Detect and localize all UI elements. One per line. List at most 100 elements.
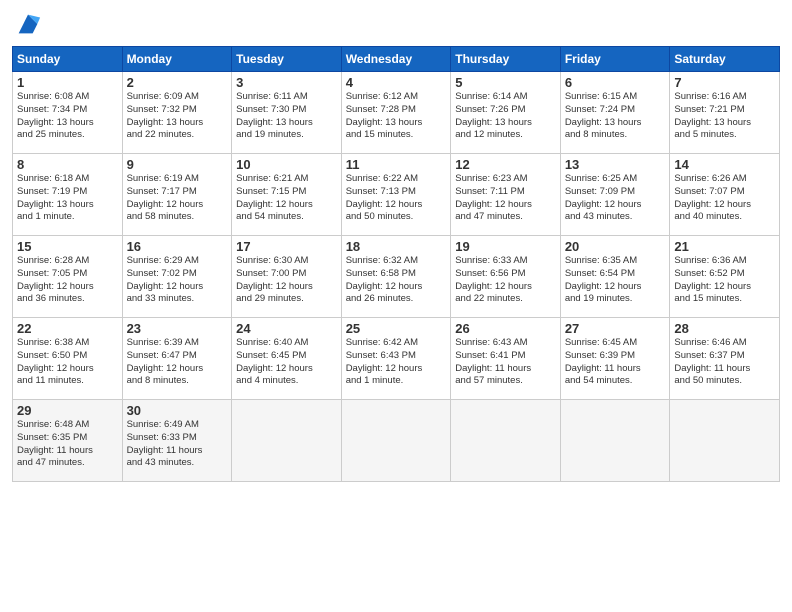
day-info: Sunrise: 6:36 AM Sunset: 6:52 PM Dayligh… — [674, 255, 775, 306]
calendar-cell: 16Sunrise: 6:29 AM Sunset: 7:02 PM Dayli… — [122, 236, 232, 318]
calendar-cell: 6Sunrise: 6:15 AM Sunset: 7:24 PM Daylig… — [560, 72, 670, 154]
day-number: 19 — [455, 239, 556, 254]
day-info: Sunrise: 6:11 AM Sunset: 7:30 PM Dayligh… — [236, 91, 337, 142]
calendar-cell: 21Sunrise: 6:36 AM Sunset: 6:52 PM Dayli… — [670, 236, 780, 318]
calendar-cell: 11Sunrise: 6:22 AM Sunset: 7:13 PM Dayli… — [341, 154, 451, 236]
day-info: Sunrise: 6:39 AM Sunset: 6:47 PM Dayligh… — [127, 337, 228, 388]
calendar-cell: 29Sunrise: 6:48 AM Sunset: 6:35 PM Dayli… — [13, 400, 123, 482]
day-number: 10 — [236, 157, 337, 172]
day-info: Sunrise: 6:21 AM Sunset: 7:15 PM Dayligh… — [236, 173, 337, 224]
calendar-cell — [451, 400, 561, 482]
day-number: 21 — [674, 239, 775, 254]
calendar-cell: 12Sunrise: 6:23 AM Sunset: 7:11 PM Dayli… — [451, 154, 561, 236]
day-number: 3 — [236, 75, 337, 90]
day-info: Sunrise: 6:32 AM Sunset: 6:58 PM Dayligh… — [346, 255, 447, 306]
day-number: 4 — [346, 75, 447, 90]
day-number: 29 — [17, 403, 118, 418]
day-number: 11 — [346, 157, 447, 172]
day-number: 27 — [565, 321, 666, 336]
day-number: 26 — [455, 321, 556, 336]
day-number: 1 — [17, 75, 118, 90]
day-number: 5 — [455, 75, 556, 90]
day-info: Sunrise: 6:28 AM Sunset: 7:05 PM Dayligh… — [17, 255, 118, 306]
calendar-cell: 4Sunrise: 6:12 AM Sunset: 7:28 PM Daylig… — [341, 72, 451, 154]
weekday-header-row: SundayMondayTuesdayWednesdayThursdayFrid… — [13, 47, 780, 72]
day-number: 24 — [236, 321, 337, 336]
calendar-cell: 27Sunrise: 6:45 AM Sunset: 6:39 PM Dayli… — [560, 318, 670, 400]
day-number: 14 — [674, 157, 775, 172]
day-number: 8 — [17, 157, 118, 172]
calendar-cell: 18Sunrise: 6:32 AM Sunset: 6:58 PM Dayli… — [341, 236, 451, 318]
day-info: Sunrise: 6:18 AM Sunset: 7:19 PM Dayligh… — [17, 173, 118, 224]
day-info: Sunrise: 6:16 AM Sunset: 7:21 PM Dayligh… — [674, 91, 775, 142]
calendar-cell: 3Sunrise: 6:11 AM Sunset: 7:30 PM Daylig… — [232, 72, 342, 154]
day-number: 28 — [674, 321, 775, 336]
day-info: Sunrise: 6:26 AM Sunset: 7:07 PM Dayligh… — [674, 173, 775, 224]
calendar-cell — [670, 400, 780, 482]
calendar-cell — [232, 400, 342, 482]
calendar-cell: 19Sunrise: 6:33 AM Sunset: 6:56 PM Dayli… — [451, 236, 561, 318]
logo — [12, 10, 42, 38]
day-info: Sunrise: 6:29 AM Sunset: 7:02 PM Dayligh… — [127, 255, 228, 306]
calendar-cell: 7Sunrise: 6:16 AM Sunset: 7:21 PM Daylig… — [670, 72, 780, 154]
day-info: Sunrise: 6:09 AM Sunset: 7:32 PM Dayligh… — [127, 91, 228, 142]
day-info: Sunrise: 6:46 AM Sunset: 6:37 PM Dayligh… — [674, 337, 775, 388]
calendar-cell: 22Sunrise: 6:38 AM Sunset: 6:50 PM Dayli… — [13, 318, 123, 400]
day-number: 20 — [565, 239, 666, 254]
day-number: 22 — [17, 321, 118, 336]
calendar-cell: 15Sunrise: 6:28 AM Sunset: 7:05 PM Dayli… — [13, 236, 123, 318]
day-number: 12 — [455, 157, 556, 172]
day-info: Sunrise: 6:25 AM Sunset: 7:09 PM Dayligh… — [565, 173, 666, 224]
header — [12, 10, 780, 38]
calendar-cell: 20Sunrise: 6:35 AM Sunset: 6:54 PM Dayli… — [560, 236, 670, 318]
calendar-cell: 26Sunrise: 6:43 AM Sunset: 6:41 PM Dayli… — [451, 318, 561, 400]
calendar-cell: 9Sunrise: 6:19 AM Sunset: 7:17 PM Daylig… — [122, 154, 232, 236]
day-info: Sunrise: 6:14 AM Sunset: 7:26 PM Dayligh… — [455, 91, 556, 142]
weekday-header-thursday: Thursday — [451, 47, 561, 72]
day-info: Sunrise: 6:33 AM Sunset: 6:56 PM Dayligh… — [455, 255, 556, 306]
day-number: 17 — [236, 239, 337, 254]
calendar-week-row: 8Sunrise: 6:18 AM Sunset: 7:19 PM Daylig… — [13, 154, 780, 236]
calendar-week-row: 15Sunrise: 6:28 AM Sunset: 7:05 PM Dayli… — [13, 236, 780, 318]
calendar-cell: 24Sunrise: 6:40 AM Sunset: 6:45 PM Dayli… — [232, 318, 342, 400]
weekday-header-sunday: Sunday — [13, 47, 123, 72]
calendar-cell: 8Sunrise: 6:18 AM Sunset: 7:19 PM Daylig… — [13, 154, 123, 236]
calendar-cell: 2Sunrise: 6:09 AM Sunset: 7:32 PM Daylig… — [122, 72, 232, 154]
day-number: 13 — [565, 157, 666, 172]
calendar-table: SundayMondayTuesdayWednesdayThursdayFrid… — [12, 46, 780, 482]
weekday-header-friday: Friday — [560, 47, 670, 72]
day-info: Sunrise: 6:35 AM Sunset: 6:54 PM Dayligh… — [565, 255, 666, 306]
day-number: 6 — [565, 75, 666, 90]
day-number: 16 — [127, 239, 228, 254]
calendar-cell: 5Sunrise: 6:14 AM Sunset: 7:26 PM Daylig… — [451, 72, 561, 154]
day-number: 9 — [127, 157, 228, 172]
day-number: 7 — [674, 75, 775, 90]
day-info: Sunrise: 6:08 AM Sunset: 7:34 PM Dayligh… — [17, 91, 118, 142]
day-info: Sunrise: 6:42 AM Sunset: 6:43 PM Dayligh… — [346, 337, 447, 388]
day-info: Sunrise: 6:43 AM Sunset: 6:41 PM Dayligh… — [455, 337, 556, 388]
calendar-cell: 1Sunrise: 6:08 AM Sunset: 7:34 PM Daylig… — [13, 72, 123, 154]
day-info: Sunrise: 6:15 AM Sunset: 7:24 PM Dayligh… — [565, 91, 666, 142]
day-info: Sunrise: 6:30 AM Sunset: 7:00 PM Dayligh… — [236, 255, 337, 306]
day-number: 23 — [127, 321, 228, 336]
weekday-header-saturday: Saturday — [670, 47, 780, 72]
day-info: Sunrise: 6:45 AM Sunset: 6:39 PM Dayligh… — [565, 337, 666, 388]
day-number: 30 — [127, 403, 228, 418]
day-number: 15 — [17, 239, 118, 254]
day-info: Sunrise: 6:19 AM Sunset: 7:17 PM Dayligh… — [127, 173, 228, 224]
calendar-cell: 14Sunrise: 6:26 AM Sunset: 7:07 PM Dayli… — [670, 154, 780, 236]
calendar-week-row: 1Sunrise: 6:08 AM Sunset: 7:34 PM Daylig… — [13, 72, 780, 154]
day-number: 2 — [127, 75, 228, 90]
weekday-header-tuesday: Tuesday — [232, 47, 342, 72]
main-container: SundayMondayTuesdayWednesdayThursdayFrid… — [0, 0, 792, 492]
day-info: Sunrise: 6:22 AM Sunset: 7:13 PM Dayligh… — [346, 173, 447, 224]
calendar-cell: 28Sunrise: 6:46 AM Sunset: 6:37 PM Dayli… — [670, 318, 780, 400]
weekday-header-monday: Monday — [122, 47, 232, 72]
calendar-cell: 23Sunrise: 6:39 AM Sunset: 6:47 PM Dayli… — [122, 318, 232, 400]
day-info: Sunrise: 6:40 AM Sunset: 6:45 PM Dayligh… — [236, 337, 337, 388]
calendar-cell — [560, 400, 670, 482]
day-info: Sunrise: 6:38 AM Sunset: 6:50 PM Dayligh… — [17, 337, 118, 388]
day-info: Sunrise: 6:23 AM Sunset: 7:11 PM Dayligh… — [455, 173, 556, 224]
day-info: Sunrise: 6:49 AM Sunset: 6:33 PM Dayligh… — [127, 419, 228, 470]
calendar-week-row: 29Sunrise: 6:48 AM Sunset: 6:35 PM Dayli… — [13, 400, 780, 482]
